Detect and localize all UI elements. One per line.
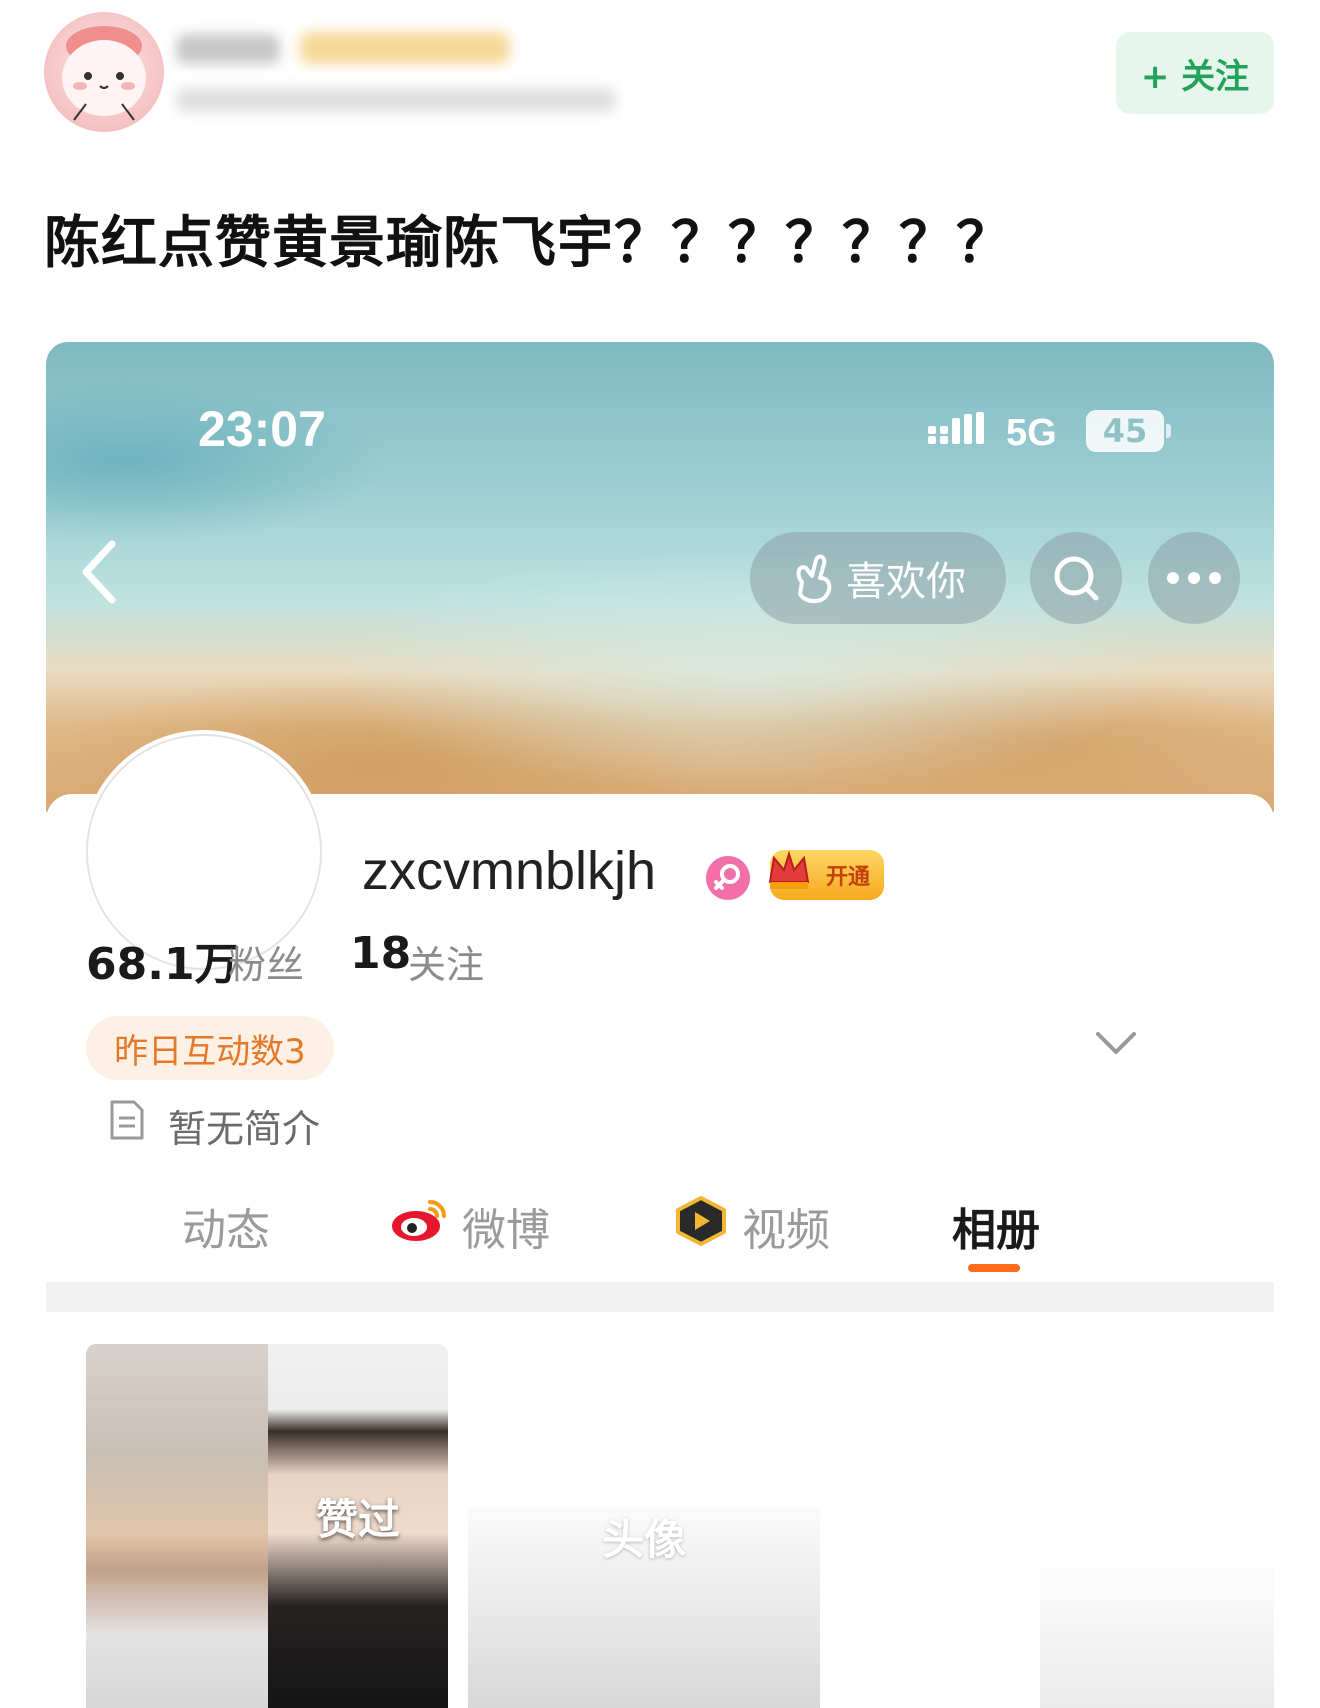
battery-tip bbox=[1166, 424, 1171, 438]
tab-video[interactable]: 视频 bbox=[742, 1194, 830, 1258]
profile-intro: 暂无简介 bbox=[168, 1107, 321, 1151]
liked-photo-1[interactable] bbox=[86, 1344, 268, 1708]
poster-meta-blurred bbox=[176, 88, 616, 112]
follow-button[interactable]: + 关注 bbox=[1116, 32, 1274, 114]
tab-album[interactable]: 相册 bbox=[952, 1194, 1040, 1258]
signal-icon bbox=[928, 412, 984, 444]
avatar-album-label: 头像 bbox=[601, 1515, 686, 1564]
interaction-badge[interactable]: 昨日互动数3 bbox=[86, 1016, 334, 1080]
video-play-icon bbox=[676, 1196, 726, 1246]
album-tile-3[interactable] bbox=[1040, 1552, 1274, 1708]
following-label[interactable]: 关注 bbox=[408, 934, 484, 989]
more-button[interactable] bbox=[1148, 532, 1240, 624]
username: zxcvmnblkjh bbox=[362, 841, 657, 901]
tab-weibo[interactable]: 微博 bbox=[462, 1194, 550, 1258]
liked-album-label: 赞过 bbox=[315, 1495, 400, 1544]
like-you-button[interactable]: 喜欢你 bbox=[750, 532, 1006, 624]
tab-dynamic[interactable]: 动态 bbox=[182, 1194, 270, 1258]
document-icon bbox=[110, 1100, 144, 1140]
poster-badge-blurred bbox=[300, 32, 510, 64]
section-divider bbox=[46, 1282, 1274, 1312]
status-time: 23:07 bbox=[198, 401, 326, 457]
following-count[interactable]: 18 bbox=[350, 928, 411, 979]
vip-open-label: 开通 bbox=[825, 865, 870, 890]
like-you-label: 喜欢你 bbox=[846, 559, 966, 605]
search-icon bbox=[1054, 556, 1099, 601]
poster-avatar[interactable] bbox=[44, 12, 164, 132]
finger-heart-icon bbox=[796, 554, 832, 603]
cartoon-avatar-icon bbox=[62, 26, 146, 121]
battery-level: 45 bbox=[1086, 410, 1164, 452]
weibo-logo-icon bbox=[392, 1200, 446, 1241]
female-gender-icon bbox=[706, 856, 750, 900]
crown-icon bbox=[768, 850, 810, 889]
poster-name-blurred bbox=[176, 34, 280, 64]
embedded-screenshot: 23:07 5G 45 喜欢你 zxcvmnblkjh 开通 68.1万 粉丝 … bbox=[46, 342, 1274, 1708]
back-arrow-icon[interactable] bbox=[72, 532, 132, 612]
fans-label[interactable]: 粉丝 bbox=[228, 934, 304, 989]
search-button[interactable] bbox=[1030, 532, 1122, 624]
active-tab-indicator bbox=[968, 1264, 1020, 1272]
more-dots-icon bbox=[1167, 572, 1221, 584]
network-type: 5G bbox=[1006, 412, 1057, 454]
chevron-down-icon[interactable] bbox=[1094, 1028, 1138, 1058]
post-text: 陈红点赞黄景瑜陈飞宇？？？？？？？ bbox=[44, 211, 1013, 276]
fans-count[interactable]: 68.1万 bbox=[86, 928, 239, 992]
vip-open-badge[interactable]: 开通 bbox=[768, 850, 884, 900]
